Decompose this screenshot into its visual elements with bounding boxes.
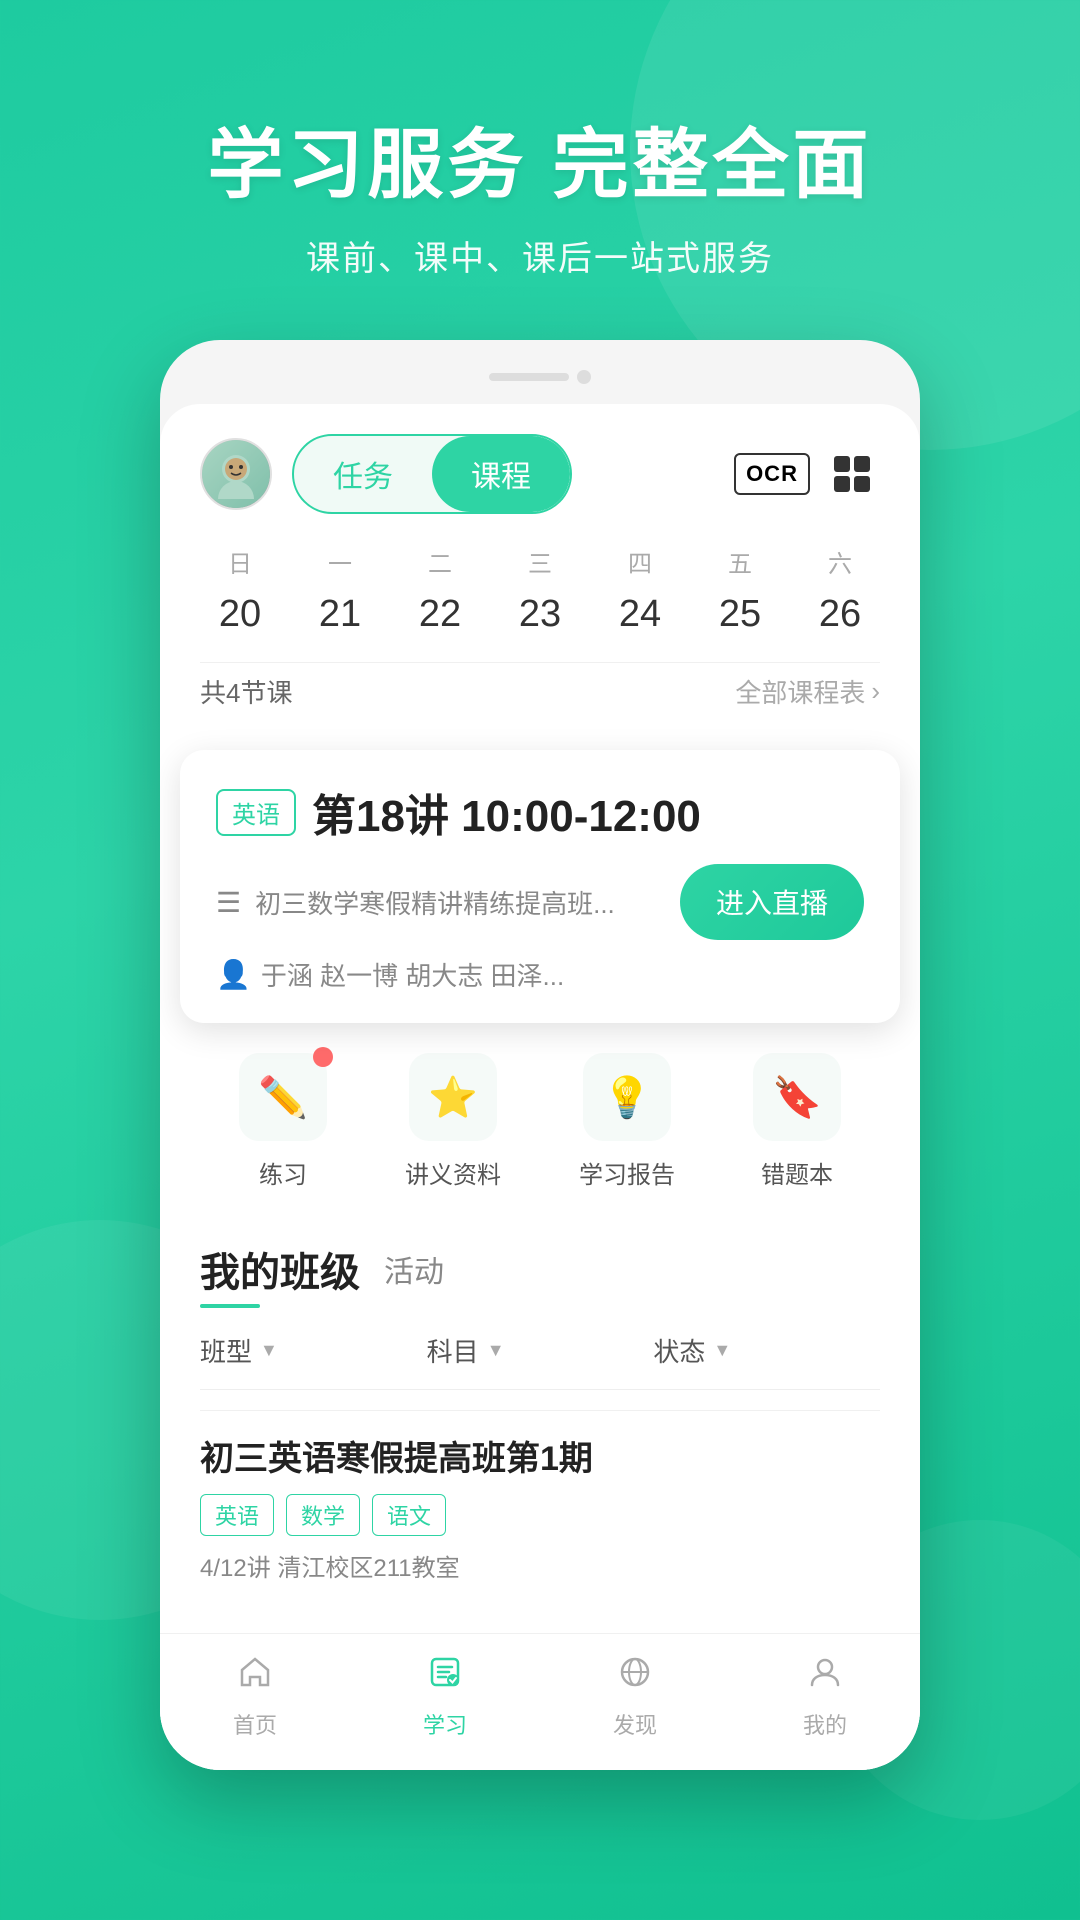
weekday-wed: 三 bbox=[500, 544, 580, 579]
class-name: 初三英语寒假提高班第1期 bbox=[200, 1431, 880, 1480]
filter-row: 班型 ▼ 科目 ▼ 状态 ▼ bbox=[200, 1332, 880, 1390]
filter-subject-arrow: ▼ bbox=[487, 1340, 505, 1361]
section-header: 我的班级 活动 bbox=[200, 1240, 880, 1298]
date-22[interactable]: 22 bbox=[400, 593, 480, 646]
nav-home[interactable]: 首页 bbox=[160, 1654, 350, 1740]
tab-toggle: 任务 课程 bbox=[292, 434, 572, 514]
bottom-nav: 首页 学习 bbox=[160, 1633, 920, 1770]
filter-class-type-label: 班型 bbox=[200, 1332, 252, 1369]
course-header: 英语 第18讲 10:00-12:00 bbox=[216, 780, 864, 844]
study-icon bbox=[427, 1654, 463, 1700]
chevron-right-icon: › bbox=[871, 676, 880, 707]
course-count: 共4节课 bbox=[200, 673, 292, 710]
section-tab[interactable]: 活动 bbox=[384, 1247, 444, 1291]
filter-status[interactable]: 状态 ▼ bbox=[653, 1332, 880, 1369]
date-21[interactable]: 21 bbox=[300, 593, 380, 646]
hero-title: 学习服务 完整全面 bbox=[0, 120, 1080, 211]
weekday-tue: 二 bbox=[400, 544, 480, 579]
week-dates: 20 21 22 23 24 25 26 bbox=[200, 593, 880, 646]
enter-live-button[interactable]: 进入直播 bbox=[680, 864, 864, 940]
quick-actions: ✏️ 练习 ⭐ 讲义资料 💡 学习报告 bbox=[160, 1023, 920, 1210]
course-name: 初三数学寒假精讲精练提高班... bbox=[255, 884, 615, 921]
home-icon bbox=[237, 1654, 273, 1700]
report-label: 学习报告 bbox=[579, 1155, 675, 1190]
nav-discover[interactable]: 发现 bbox=[540, 1654, 730, 1740]
class-tag-chinese: 语文 bbox=[372, 1494, 446, 1536]
top-bar: 任务 课程 OCR bbox=[160, 404, 920, 534]
action-materials[interactable]: ⭐ 讲义资料 bbox=[405, 1053, 501, 1190]
nav-discover-label: 发现 bbox=[613, 1708, 657, 1740]
date-20[interactable]: 20 bbox=[200, 593, 280, 646]
date-active: 22 bbox=[400, 593, 480, 636]
teachers-text: 于涵 赵一博 胡大志 田泽... bbox=[261, 956, 564, 993]
avatar[interactable] bbox=[200, 438, 272, 510]
weekday-sun: 日 bbox=[200, 544, 280, 579]
materials-icon: ⭐ bbox=[409, 1053, 497, 1141]
mistakes-label: 错题本 bbox=[761, 1155, 833, 1190]
mistakes-icon: 🔖 bbox=[753, 1053, 841, 1141]
class-tag-math: 数学 bbox=[286, 1494, 360, 1536]
phone-notch bbox=[160, 370, 920, 384]
all-schedule-link[interactable]: 全部课程表 › bbox=[735, 673, 880, 710]
hero-subtitle: 课前、课中、课后一站式服务 bbox=[0, 231, 1080, 280]
nav-profile[interactable]: 我的 bbox=[730, 1654, 920, 1740]
teachers-icon: 👤 bbox=[216, 958, 251, 991]
profile-icon bbox=[807, 1654, 843, 1700]
phone-mockup: 任务 课程 OCR bbox=[160, 340, 920, 1770]
ocr-button[interactable]: OCR bbox=[744, 446, 800, 502]
action-mistakes[interactable]: 🔖 错题本 bbox=[753, 1053, 841, 1190]
action-report[interactable]: 💡 学习报告 bbox=[579, 1053, 675, 1190]
weekday-mon: 一 bbox=[300, 544, 380, 579]
filter-status-label: 状态 bbox=[653, 1332, 705, 1369]
class-card[interactable]: 初三英语寒假提高班第1期 英语 数学 语文 4/12讲 清江校区211教室 bbox=[200, 1410, 880, 1603]
weekday-fri: 五 bbox=[700, 544, 780, 579]
nav-home-label: 首页 bbox=[233, 1708, 277, 1740]
filter-subject[interactable]: 科目 ▼ bbox=[427, 1332, 654, 1369]
nav-study-label: 学习 bbox=[423, 1708, 467, 1740]
top-icons: OCR bbox=[744, 446, 880, 502]
course-count-row: 共4节课 全部课程表 › bbox=[200, 662, 880, 730]
nav-profile-label: 我的 bbox=[803, 1708, 847, 1740]
filter-subject-label: 科目 bbox=[427, 1332, 479, 1369]
course-info-left: ☰ 初三数学寒假精讲精练提高班... bbox=[216, 884, 615, 921]
subject-tag: 英语 bbox=[216, 789, 296, 836]
course-title: 第18讲 10:00-12:00 bbox=[312, 780, 701, 844]
grid-button[interactable] bbox=[824, 446, 880, 502]
class-tags: 英语 数学 语文 bbox=[200, 1494, 880, 1536]
exercise-icon: ✏️ bbox=[239, 1053, 327, 1141]
my-class-section: 我的班级 活动 班型 ▼ 科目 ▼ 状态 ▼ bbox=[160, 1210, 920, 1633]
course-card: 英语 第18讲 10:00-12:00 ☰ 初三数学寒假精讲精练提高班... 进… bbox=[180, 750, 900, 1023]
date-24[interactable]: 24 bbox=[600, 593, 680, 646]
materials-label: 讲义资料 bbox=[405, 1155, 501, 1190]
class-meta: 4/12讲 清江校区211教室 bbox=[200, 1548, 880, 1583]
nav-study[interactable]: 学习 bbox=[350, 1654, 540, 1740]
course-name-icon: ☰ bbox=[216, 886, 241, 919]
course-teachers: 👤 于涵 赵一博 胡大志 田泽... bbox=[216, 956, 864, 993]
weekday-thu: 四 bbox=[600, 544, 680, 579]
app-content: 任务 课程 OCR bbox=[160, 404, 920, 1770]
date-25[interactable]: 25 bbox=[700, 593, 780, 646]
discover-icon bbox=[617, 1654, 653, 1700]
calendar-section: 日 一 二 三 四 五 六 20 21 22 23 24 bbox=[160, 534, 920, 750]
report-icon: 💡 bbox=[583, 1053, 671, 1141]
week-days: 日 一 二 三 四 五 六 bbox=[200, 544, 880, 579]
grid-icon bbox=[834, 456, 870, 492]
ocr-label: OCR bbox=[734, 453, 810, 495]
filter-class-type[interactable]: 班型 ▼ bbox=[200, 1332, 427, 1369]
date-23[interactable]: 23 bbox=[500, 593, 580, 646]
filter-class-type-arrow: ▼ bbox=[260, 1340, 278, 1361]
tab-course[interactable]: 课程 bbox=[432, 436, 570, 512]
course-info-row: ☰ 初三数学寒假精讲精练提高班... 进入直播 bbox=[216, 864, 864, 940]
exercise-badge bbox=[313, 1047, 333, 1067]
exercise-label: 练习 bbox=[259, 1155, 307, 1190]
filter-status-arrow: ▼ bbox=[713, 1340, 731, 1361]
tab-task[interactable]: 任务 bbox=[294, 436, 432, 512]
date-26[interactable]: 26 bbox=[800, 593, 880, 646]
action-exercise[interactable]: ✏️ 练习 bbox=[239, 1053, 327, 1190]
class-tag-english: 英语 bbox=[200, 1494, 274, 1536]
weekday-sat: 六 bbox=[800, 544, 880, 579]
section-title: 我的班级 bbox=[200, 1240, 360, 1298]
section-underline bbox=[200, 1304, 260, 1308]
